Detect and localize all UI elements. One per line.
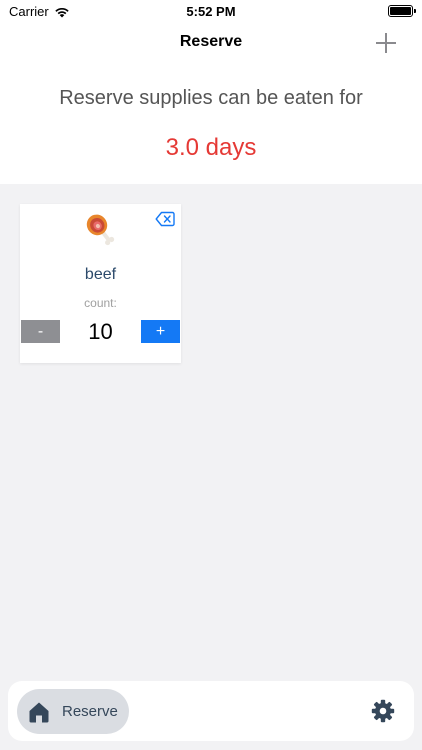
tab-reserve[interactable]: Reserve xyxy=(17,689,129,734)
tab-bar: Reserve xyxy=(8,681,414,741)
add-item-button[interactable] xyxy=(374,31,398,55)
plus-icon xyxy=(376,33,396,53)
remove-item-button[interactable] xyxy=(155,211,175,227)
home-icon xyxy=(29,702,49,722)
delete-backspace-icon xyxy=(155,211,175,227)
summary-headline: Reserve supplies can be eaten for xyxy=(59,87,363,109)
item-count: 10 xyxy=(88,319,113,344)
tab-reserve-label: Reserve xyxy=(62,703,118,720)
days-remaining: 3.0 days xyxy=(165,134,257,161)
battery-icon xyxy=(388,5,416,17)
gear-icon xyxy=(371,699,395,723)
status-bar: Carrier 5:52 PM xyxy=(0,0,422,24)
item-name: beef xyxy=(84,266,117,283)
status-time: 5:52 PM xyxy=(186,4,236,19)
page-title: Reserve xyxy=(179,33,243,50)
decrement-button[interactable]: - xyxy=(21,320,60,343)
count-label: count: xyxy=(84,296,117,310)
item-card: beef count: - 10 + xyxy=(20,204,181,363)
meat-on-bone-icon xyxy=(86,214,115,246)
settings-button[interactable] xyxy=(371,699,395,723)
increment-button[interactable]: + xyxy=(141,320,180,343)
